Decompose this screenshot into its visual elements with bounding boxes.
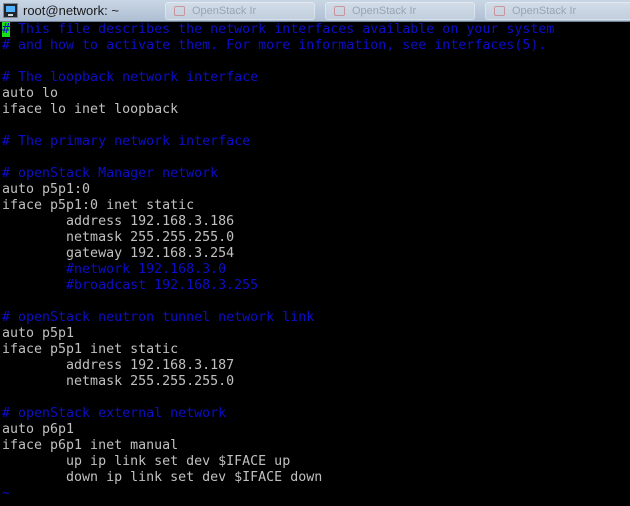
window-title: root@network: ~ <box>23 3 119 18</box>
comment-text: # and how to activate them. For more inf… <box>2 38 547 53</box>
terminal-line: netmask 255.255.255.0 <box>2 230 630 246</box>
ghost-tab: OpenStack Ir <box>325 2 475 20</box>
page-favicon-icon <box>494 6 505 16</box>
terminal-line: #broadcast 192.168.3.255 <box>2 278 630 294</box>
empty-line-marker: ~ <box>2 486 11 501</box>
terminal-line: address 192.168.3.187 <box>2 358 630 374</box>
terminal-line: address 192.168.3.186 <box>2 214 630 230</box>
config-text: iface p5p1 inet static <box>2 342 179 357</box>
config-text: down ip link set dev $IFACE down <box>2 470 323 485</box>
comment-text: This file describes the network interfac… <box>10 22 555 37</box>
terminal-line: auto lo <box>2 86 630 102</box>
terminal-line: # openStack neutron tunnel network link <box>2 310 630 326</box>
terminal-line: up ip link set dev $IFACE up <box>2 454 630 470</box>
config-text: auto p6p1 <box>2 422 75 437</box>
comment-text: # The primary network interface <box>2 134 251 149</box>
terminal-line: #network 192.168.3.0 <box>2 262 630 278</box>
comment-text: # openStack external network <box>2 406 227 421</box>
terminal-line: down ip link set dev $IFACE down <box>2 470 630 486</box>
terminal-line: # The primary network interface <box>2 134 630 150</box>
config-text: iface p6p1 inet manual <box>2 438 179 453</box>
terminal-line: netmask 255.255.255.0 <box>2 374 630 390</box>
terminal-line: iface p5p1:0 inet static <box>2 198 630 214</box>
terminal-line: iface p5p1 inet static <box>2 342 630 358</box>
config-text: gateway 192.168.3.254 <box>2 246 235 261</box>
config-text: iface lo inet loopback <box>2 102 179 117</box>
ghost-tab-label: OpenStack Ir <box>352 5 417 17</box>
config-text: iface p5p1:0 inet static <box>2 198 195 213</box>
terminal-line: auto p6p1 <box>2 422 630 438</box>
comment-text: # openStack Manager network <box>2 166 219 181</box>
config-text: auto p5p1 <box>2 326 75 341</box>
terminal-text-area[interactable]: # This file describes the network interf… <box>2 22 630 506</box>
terminal-line: iface lo inet loopback <box>2 102 630 118</box>
terminal-line: # openStack external network <box>2 406 630 422</box>
terminal-line: auto p5p1:0 <box>2 182 630 198</box>
config-text: netmask 255.255.255.0 <box>2 374 235 389</box>
comment-text: #network 192.168.3.0 <box>2 262 227 277</box>
terminal-line: # openStack Manager network <box>2 166 630 182</box>
terminal-line: # This file describes the network interf… <box>2 22 630 38</box>
config-text: address 192.168.3.187 <box>2 358 235 373</box>
terminal-line: gateway 192.168.3.254 <box>2 246 630 262</box>
config-text: up ip link set dev $IFACE up <box>2 454 291 469</box>
config-text: address 192.168.3.186 <box>2 214 235 229</box>
config-text: auto lo <box>2 86 59 101</box>
config-text: auto p5p1:0 <box>2 182 91 197</box>
comment-text: # The loopback network interface <box>2 70 259 85</box>
terminal-line: # and how to activate them. For more inf… <box>2 38 630 54</box>
ghost-tab-label: OpenStack Ir <box>512 5 577 17</box>
page-favicon-icon <box>174 6 185 16</box>
terminal-line: auto p5p1 <box>2 326 630 342</box>
comment-text: #broadcast 192.168.3.255 <box>2 278 259 293</box>
ghost-tab: OpenStack Ir <box>485 2 630 20</box>
background-browser-tabs: OpenStack Ir OpenStack Ir OpenStack Ir <box>165 2 630 20</box>
comment-text: # openStack neutron tunnel network link <box>2 310 315 325</box>
config-text: netmask 255.255.255.0 <box>2 230 235 245</box>
text-cursor: # <box>2 22 11 37</box>
window-title-bar[interactable]: root@network: ~ OpenStack Ir OpenStack Ir… <box>0 0 630 22</box>
terminal-line: # The loopback network interface <box>2 70 630 86</box>
terminal-app-icon[interactable] <box>3 3 18 18</box>
terminal-line: ~ <box>2 486 630 502</box>
terminal-line: iface p6p1 inet manual <box>2 438 630 454</box>
ghost-tab: OpenStack Ir <box>165 2 315 20</box>
ghost-tab-label: OpenStack Ir <box>192 5 257 17</box>
page-favicon-icon <box>334 6 345 16</box>
